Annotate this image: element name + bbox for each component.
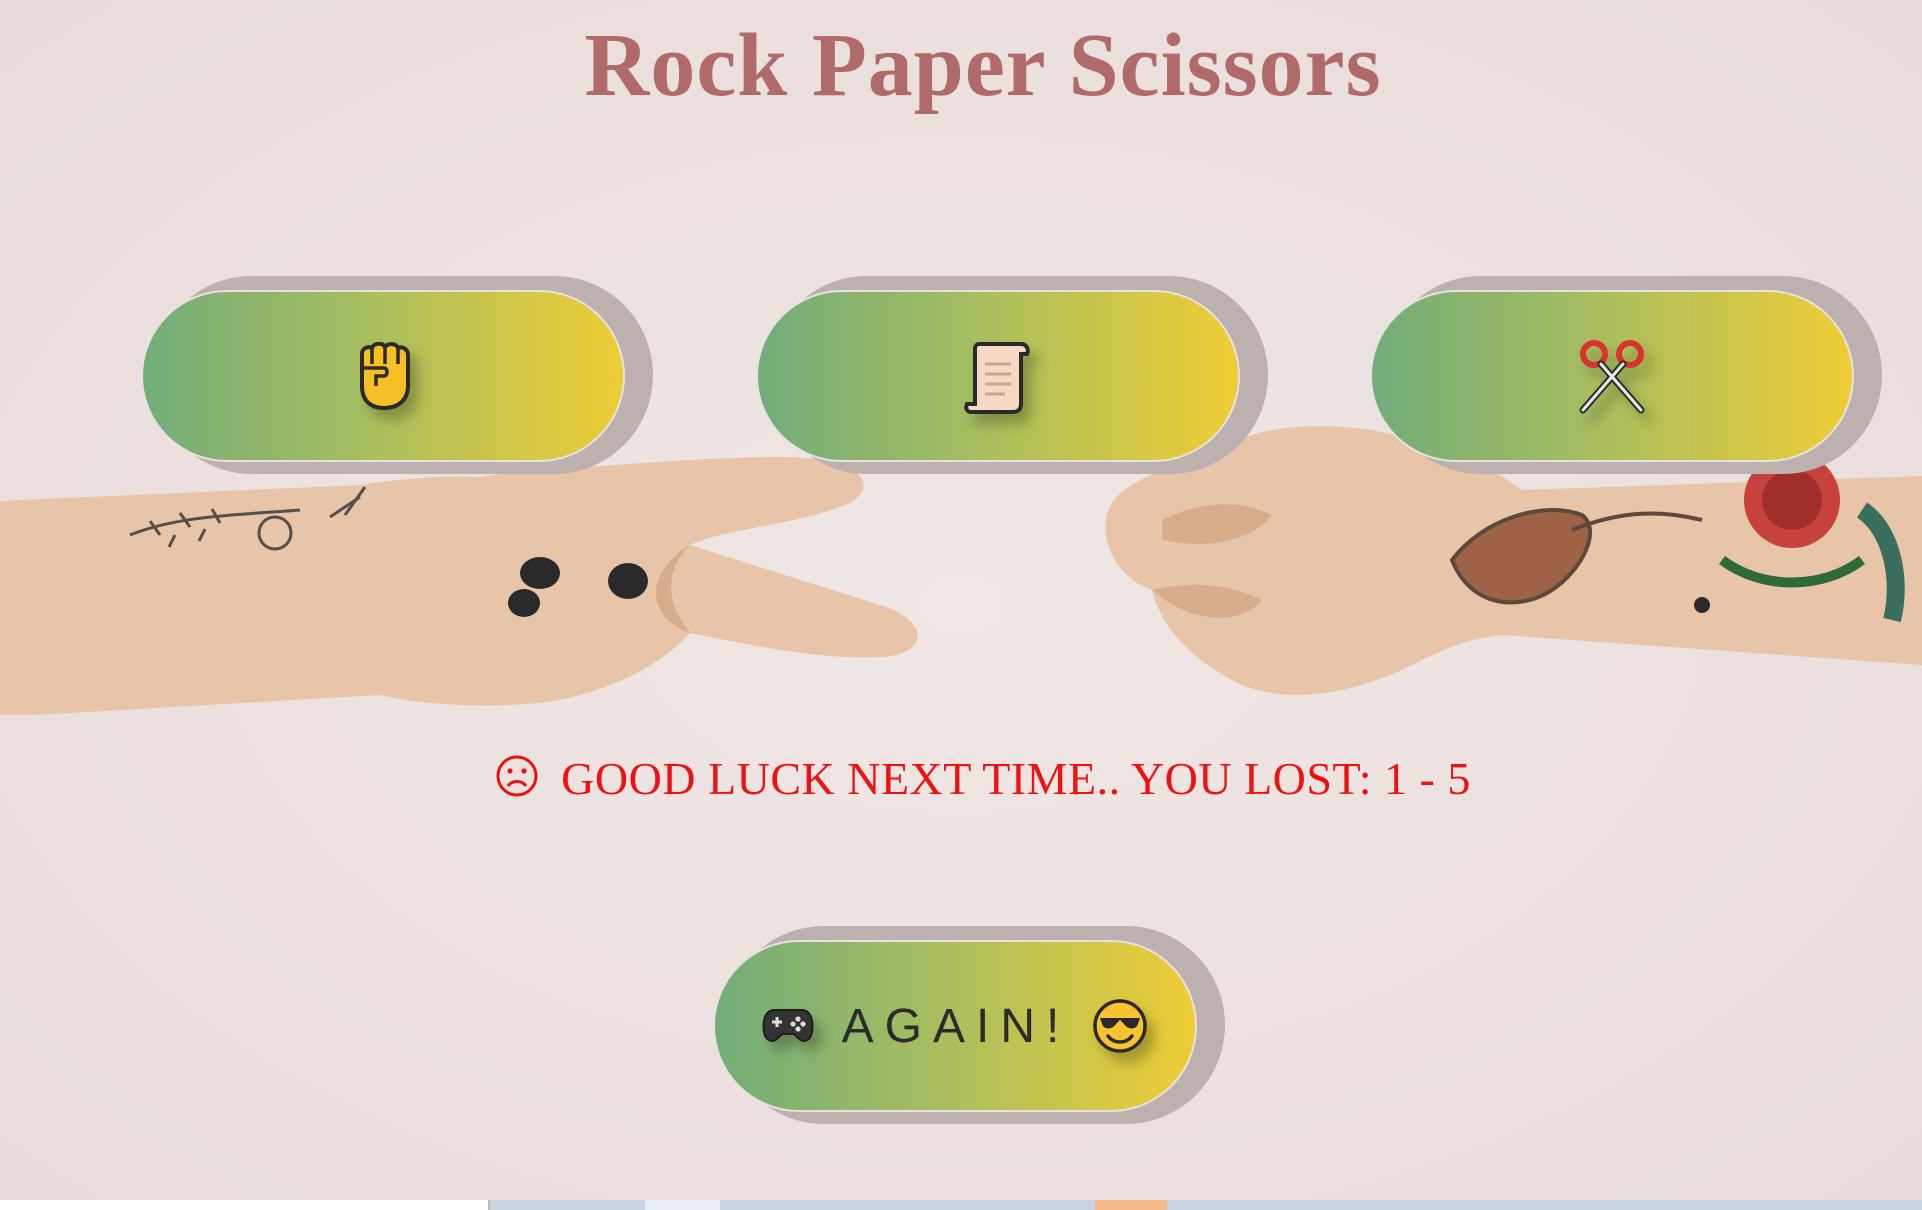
page-title: Rock Paper Scissors [584, 16, 1382, 115]
paper-button-wrap [756, 276, 1268, 490]
scroll-icon [964, 342, 1030, 414]
smiling-face-with-sunglasses-icon [1093, 999, 1148, 1053]
scissors-button-wrap [1370, 276, 1882, 490]
rock-button[interactable] [141, 290, 625, 462]
result-message: GOOD LUCK NEXT TIME.. YOU LOST: 1 - 5 [0, 752, 1922, 805]
taskbar-segment [0, 1200, 490, 1210]
raised-fist-icon [360, 342, 410, 410]
taskbar-segment [720, 1200, 1095, 1210]
rock-button-wrap [141, 276, 653, 490]
taskbar-segment [1095, 1200, 1167, 1210]
scissors-hand-image [0, 457, 918, 715]
result-text: GOOD LUCK NEXT TIME.. YOU LOST: 1 - 5 [561, 753, 1471, 804]
again-button-wrap: AGAIN! [713, 926, 1225, 1140]
taskbar-segment [645, 1200, 720, 1210]
again-button[interactable]: AGAIN! [713, 940, 1197, 1112]
scissors-button[interactable] [1370, 290, 1854, 462]
taskbar-segment [490, 1200, 645, 1210]
game-page: Rock Paper Scissors GOOD LUCK NEXT TIME.… [0, 0, 1922, 1210]
paper-button[interactable] [756, 290, 1240, 462]
frowning-face-icon [496, 755, 538, 797]
again-button-label: AGAIN! [841, 999, 1071, 1053]
game-controller-icon [762, 1009, 814, 1042]
scissors-icon [1579, 340, 1645, 414]
taskbar-segment [1167, 1200, 1922, 1210]
